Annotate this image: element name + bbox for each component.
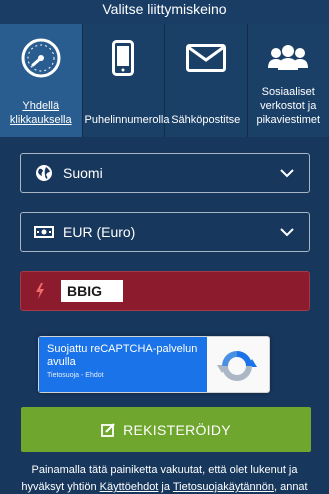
- promo-code-input[interactable]: BBIG: [61, 280, 123, 302]
- recaptcha-info: Suojattu reCAPTCHA-palvelun avulla Tieto…: [39, 337, 207, 392]
- recaptcha-links: Tietosuoja - Ehdot: [47, 372, 199, 379]
- country-select[interactable]: Suomi: [20, 153, 310, 193]
- banknote-icon: [33, 226, 55, 238]
- register-button[interactable]: REKISTERÖIDY: [21, 407, 311, 452]
- tab-social[interactable]: Sosiaaliset verkostot ja pikaviestimet: [248, 24, 329, 137]
- tab-phone[interactable]: Puhelinnumerolla: [83, 24, 170, 137]
- promo-code-field[interactable]: BBIG: [20, 271, 310, 311]
- lightning-icon: [35, 283, 49, 299]
- recaptcha-badge[interactable]: Suojattu reCAPTCHA-palvelun avulla Tieto…: [38, 336, 270, 393]
- currency-select[interactable]: EUR (Euro): [20, 212, 310, 252]
- register-label: REKISTERÖIDY: [123, 421, 231, 438]
- registration-method-tabs: Yhdellä klikkauksella Puhelinnumerolla S…: [0, 24, 329, 137]
- recaptcha-text: Suojattu reCAPTCHA-palvelun avulla: [47, 343, 198, 368]
- globe-icon: [33, 164, 55, 182]
- tab-one-click[interactable]: Yhdellä klikkauksella: [0, 24, 83, 137]
- edit-icon: [101, 422, 115, 437]
- registration-form: Suomi EUR (Euro) BBIG Suojattu reCAPTCHA…: [0, 137, 329, 494]
- disclaimer-text: , annat: [273, 481, 308, 493]
- privacy-link[interactable]: Tietosuojakäytännön: [173, 481, 274, 493]
- chevron-down-icon: [277, 168, 297, 178]
- tab-label: Yhdellä klikkauksella: [9, 100, 72, 126]
- tab-label: Sähköpostitse: [171, 114, 241, 126]
- terms-link[interactable]: Käyttöehdot: [100, 481, 159, 493]
- tab-label: Puhelinnumerolla: [84, 114, 170, 126]
- disclaimer-text: ja: [158, 481, 173, 493]
- recaptcha-logo-icon: [215, 347, 259, 390]
- chevron-down-icon: [277, 227, 297, 237]
- tab-email[interactable]: Sähköpostitse: [165, 24, 248, 137]
- envelope-icon: [185, 38, 226, 78]
- phone-icon: [112, 38, 135, 78]
- people-icon: [266, 38, 310, 78]
- speedometer-icon: [20, 38, 62, 78]
- country-value: Suomi: [63, 165, 103, 181]
- currency-value: EUR (Euro): [63, 224, 136, 240]
- tab-label: Sosiaaliset verkostot ja pikaviestimet: [256, 86, 321, 126]
- recaptcha-terms-link[interactable]: Ehdot: [85, 372, 103, 379]
- page-title: Valitse liittymiskeino: [0, 0, 329, 24]
- recaptcha-privacy-link[interactable]: Tietosuoja: [47, 372, 79, 379]
- terms-disclaimer: Painamalla tätä painiketta vakuutat, ett…: [10, 462, 319, 494]
